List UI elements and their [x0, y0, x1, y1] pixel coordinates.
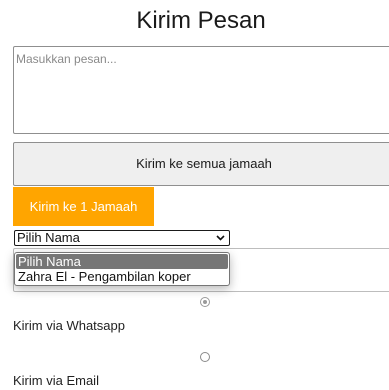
chevron-down-icon	[216, 235, 225, 241]
name-select-value: Pilih Nama	[17, 230, 80, 245]
email-radio[interactable]	[200, 352, 210, 362]
message-input[interactable]	[13, 46, 389, 134]
page-title: Kirim Pesan	[136, 7, 266, 34]
whatsapp-radio[interactable]	[200, 297, 210, 307]
send-all-button[interactable]: Kirim ke semua jamaah	[13, 142, 389, 186]
name-select[interactable]: Pilih Nama	[14, 230, 230, 246]
send-one-button[interactable]: Kirim ke 1 Jamaah	[13, 187, 154, 226]
email-radio-label: Kirim via Email	[13, 373, 99, 388]
dropdown-option-pilih-nama[interactable]: Pilih Nama	[16, 254, 228, 269]
whatsapp-radio-label: Kirim via Whatsapp	[13, 318, 125, 333]
name-dropdown-list: Pilih Nama Zahra El - Pengambilan koper	[14, 252, 230, 286]
dropdown-option-zahra-el[interactable]: Zahra El - Pengambilan koper	[16, 269, 228, 284]
